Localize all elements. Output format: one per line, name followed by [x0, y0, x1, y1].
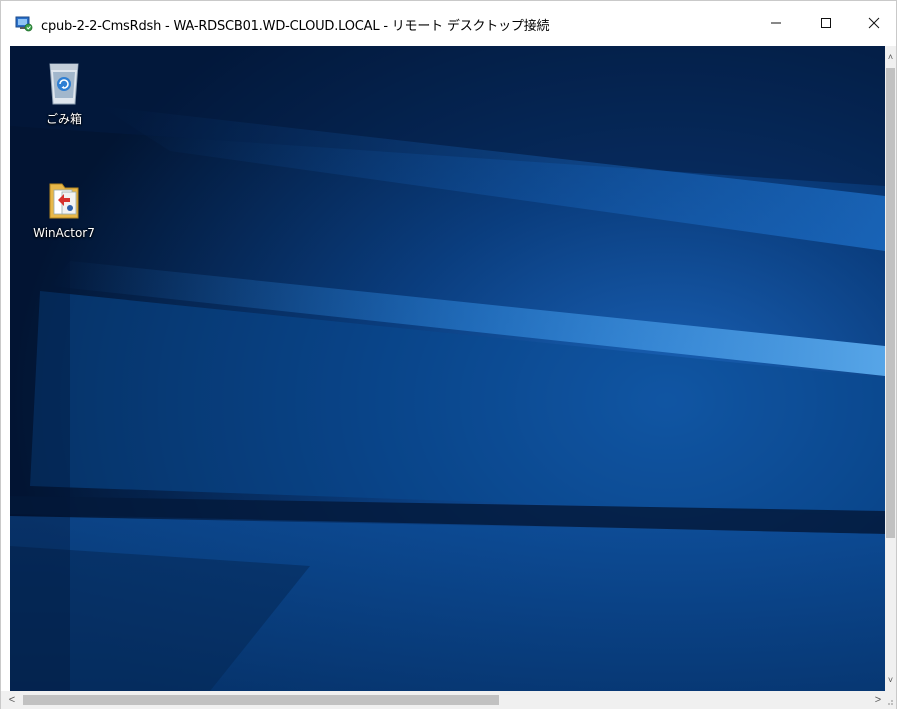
- remote-desktop-icon: [15, 16, 33, 32]
- vertical-scrollbar[interactable]: ˄ ˅: [885, 46, 896, 691]
- horizontal-scrollbar[interactable]: < >: [1, 691, 896, 709]
- windows-wallpaper: [10, 46, 885, 691]
- remote-desktop-window: cpub-2-2-CmsRdsh - WA-RDSCB01.WD-CLOUD.L…: [0, 0, 897, 709]
- vertical-scroll-thumb[interactable]: [886, 68, 895, 538]
- window-title: cpub-2-2-CmsRdsh - WA-RDSCB01.WD-CLOUD.L…: [41, 19, 550, 34]
- horizontal-scroll-thumb[interactable]: [23, 695, 499, 705]
- scroll-down-button[interactable]: ˅: [885, 673, 896, 687]
- maximize-icon: [821, 18, 831, 28]
- scroll-up-button[interactable]: ˄: [885, 50, 896, 64]
- resize-grip-icon[interactable]: [886, 698, 894, 706]
- maximize-button[interactable]: [803, 1, 849, 45]
- desktop-icon-recycle-bin[interactable]: ごみ箱: [24, 58, 104, 127]
- winactor7-label: WinActor7: [33, 226, 95, 240]
- desktop-icon-winactor7[interactable]: WinActor7: [24, 178, 104, 240]
- remote-desktop-area[interactable]: ごみ箱 WinActor7: [10, 46, 885, 691]
- close-button[interactable]: [851, 1, 897, 45]
- scroll-right-button[interactable]: >: [871, 691, 885, 709]
- minimize-button[interactable]: [753, 1, 799, 45]
- scroll-left-button[interactable]: <: [5, 691, 19, 709]
- close-icon: [868, 17, 880, 29]
- winactor-folder-icon: [49, 183, 79, 219]
- minimize-icon: [771, 22, 781, 24]
- recycle-bin-label: ごみ箱: [45, 112, 82, 126]
- recycle-bin-icon: [49, 63, 79, 105]
- title-bar[interactable]: cpub-2-2-CmsRdsh - WA-RDSCB01.WD-CLOUD.L…: [1, 1, 896, 45]
